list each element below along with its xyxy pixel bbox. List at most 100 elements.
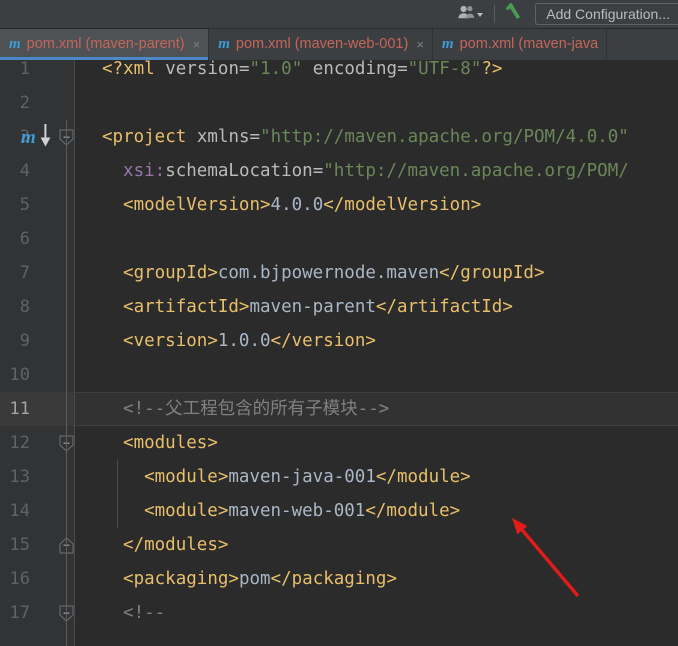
code-token-tag: <packaging> [123, 569, 239, 589]
editor-tab-bar: m pom.xml (maven-parent) × m pom.xml (ma… [0, 29, 678, 60]
code-token-text: 1.0.0 [217, 331, 271, 351]
maven-m-icon: m [218, 35, 230, 52]
close-icon[interactable]: × [193, 38, 201, 51]
line-number: 15 [9, 534, 30, 555]
code-token-tag: </modules> [123, 535, 229, 555]
code-token-tag: </modelVersion> [323, 195, 482, 215]
people-icon [458, 5, 475, 24]
code-token-val: "UTF-8" [407, 60, 482, 79]
line-number: 11 [9, 398, 30, 419]
code-token-cmt: <!-- [123, 603, 166, 623]
editor-gutter[interactable]: 1 2 3 m 4 5 6 7 8 9 10 11 12 13 14 15 16 17 [0, 60, 75, 646]
code-token-tag: <project [102, 127, 187, 147]
code-token-ns: xsi: [123, 161, 166, 181]
code-token-attr: = [249, 127, 261, 147]
code-editor[interactable]: 1 2 3 m 4 5 6 7 8 9 10 11 12 13 14 15 16 17 <?xml version… [0, 60, 678, 646]
code-line[interactable]: <modelVersion> 4.0.0 </modelVersion> [123, 188, 481, 222]
line-number: 4 [19, 160, 30, 181]
gutter-line[interactable]: 14 [0, 494, 75, 528]
gutter-line[interactable]: 9 [0, 324, 75, 358]
code-token-attr: version [165, 60, 239, 79]
line-number: 14 [9, 500, 30, 521]
line-number: 17 [9, 602, 30, 623]
line-number: 9 [19, 330, 30, 351]
code-token-attr: xmlns [196, 127, 250, 147]
toolbar-right-group: Add Configuration... [454, 0, 678, 28]
code-token-tag: <modelVersion> [123, 195, 271, 215]
code-token-tag: <module> [144, 501, 229, 521]
user-accounts-button[interactable] [454, 3, 488, 25]
editor-tab-label: pom.xml (maven-java [459, 36, 599, 53]
gutter-line[interactable]: 4 [0, 154, 75, 188]
code-line[interactable]: </modules> [123, 528, 228, 562]
code-line[interactable]: <?xml version = "1.0" encoding = "UTF-8" ?> [102, 60, 502, 86]
editor-tab-maven-web-001[interactable]: m pom.xml (maven-web-001) × [209, 29, 433, 60]
code-token-text: maven-web-001 [228, 501, 366, 521]
maven-m-icon: m [9, 35, 21, 52]
code-line[interactable]: <modules> [123, 426, 218, 460]
add-configuration-button[interactable]: Add Configuration... [535, 3, 678, 25]
line-number: 1 [19, 60, 30, 79]
gutter-line[interactable]: 2 [0, 86, 75, 120]
editor-tab-label: pom.xml (maven-web-001) [235, 36, 409, 53]
code-token-tag: </module> [375, 467, 471, 487]
code-token-text: com.bjpowernode.maven [217, 263, 440, 283]
gutter-line[interactable]: 11 [0, 392, 75, 426]
code-token-val: "http://maven.apache.org/POM/4.0.0" [260, 127, 629, 147]
code-line[interactable]: <!--父工程包含的所有子模块--> [123, 392, 389, 426]
gutter-download-arrow-icon[interactable] [40, 124, 51, 153]
gutter-line[interactable]: 6 [0, 222, 75, 256]
gutter-line[interactable]: 16 [0, 562, 75, 596]
code-token-tag: <artifactId> [123, 297, 250, 317]
editor-tab-maven-java[interactable]: m pom.xml (maven-java [433, 29, 608, 60]
line-number: 5 [19, 194, 30, 215]
code-token-cmt: <!--父工程包含的所有子模块--> [123, 399, 390, 419]
code-token-attr: schemaLocation [165, 161, 313, 181]
code-text-area[interactable]: <?xml version = "1.0" encoding = "UTF-8" ?> <p… [75, 60, 678, 646]
fold-region-line [66, 140, 67, 646]
code-line[interactable]: <version> 1.0.0 </version> [123, 324, 376, 358]
maven-m-icon: m [441, 35, 454, 52]
line-number: 12 [9, 432, 30, 453]
code-line[interactable]: <!-- [123, 596, 165, 630]
line-number: 13 [9, 466, 30, 487]
code-line[interactable]: <packaging> pom </packaging> [123, 562, 397, 596]
code-token-attr: encoding [312, 60, 398, 79]
line-number: 7 [19, 262, 30, 283]
code-token-tag: </groupId> [439, 263, 545, 283]
indent-guide [117, 460, 119, 528]
code-token-attr: = [239, 60, 250, 79]
build-project-button[interactable] [501, 3, 527, 25]
code-token-text: 4.0.0 [270, 195, 324, 215]
code-line[interactable]: <groupId> com.bjpowernode.maven </groupId> [123, 256, 544, 290]
code-line[interactable]: xsi: schemaLocation = "http://maven.apache.… [123, 154, 629, 188]
gutter-line[interactable]: 5 [0, 188, 75, 222]
code-token-attr: = [312, 161, 324, 181]
code-token-attr: = [397, 60, 408, 79]
gutter-line[interactable]: 8 [0, 290, 75, 324]
code-token-text: maven-java-001 [228, 467, 376, 487]
code-token-tag: <groupId> [123, 263, 218, 283]
code-line[interactable]: <artifactId> maven-parent </artifactId> [123, 290, 513, 324]
code-line[interactable]: <project xmlns = "http://maven.apache.org/… [102, 120, 629, 154]
code-token-punct: <?xml [102, 60, 155, 79]
maven-project-icon[interactable]: m [21, 128, 36, 147]
close-icon[interactable]: × [416, 38, 424, 51]
gutter-line[interactable]: 13 [0, 460, 75, 494]
code-line[interactable]: <module> maven-web-001 </module> [144, 494, 460, 528]
build-hammer-icon [504, 2, 524, 26]
code-line[interactable]: <module> maven-java-001 </module> [144, 460, 471, 494]
code-token-tag: <modules> [123, 433, 218, 453]
line-number: 16 [9, 568, 30, 589]
code-token-val: "http://maven.apache.org/POM/ [323, 161, 629, 181]
gutter-line[interactable]: 1 [0, 60, 75, 86]
editor-tab-maven-parent[interactable]: m pom.xml (maven-parent) × [0, 29, 210, 60]
toolbar-separator [494, 5, 496, 23]
code-token-tag: <version> [123, 331, 218, 351]
code-token-punct: ?> [481, 60, 503, 79]
gutter-line[interactable]: 10 [0, 358, 75, 392]
main-toolbar: Add Configuration... [0, 0, 678, 29]
code-token-tag: </module> [365, 501, 461, 521]
gutter-line[interactable]: 7 [0, 256, 75, 290]
